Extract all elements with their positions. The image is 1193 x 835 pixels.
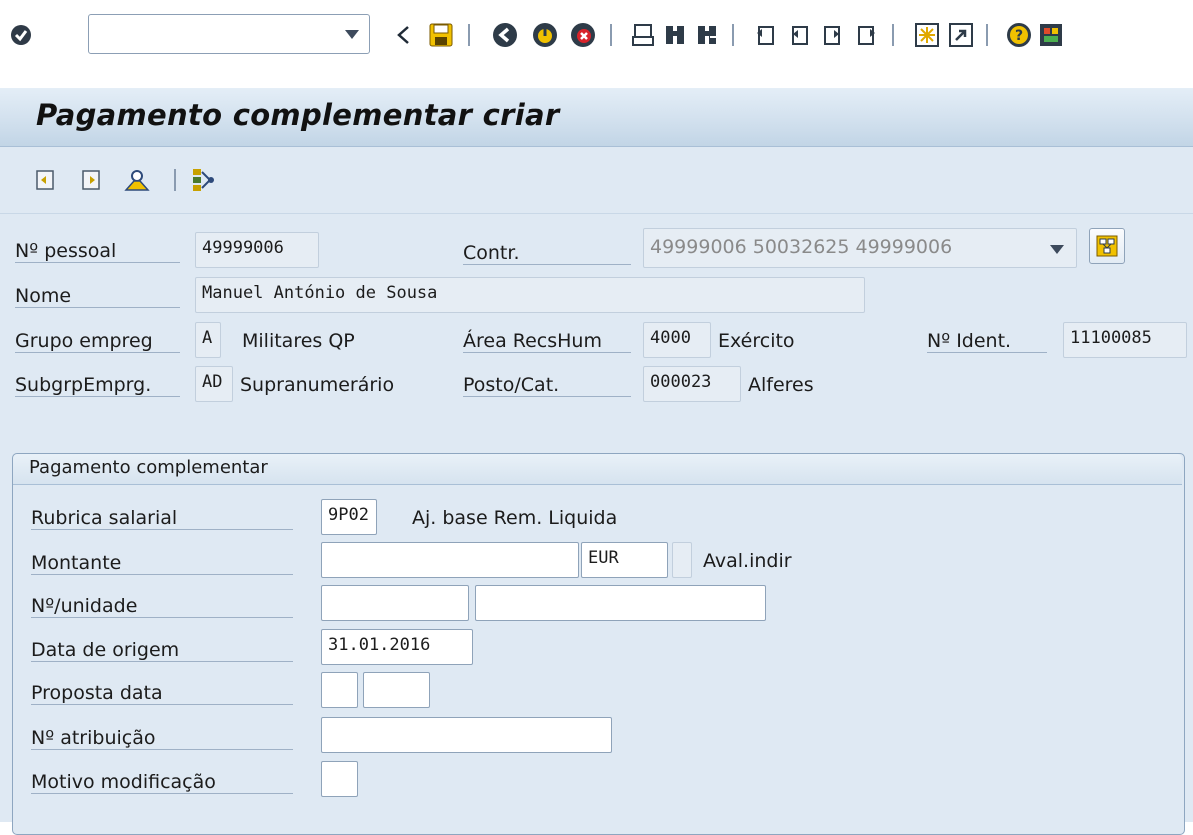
title-bar: Pagamento complementar criar	[0, 88, 1193, 147]
employee-subgroup-code: AD	[195, 366, 233, 402]
change-reason-field[interactable]	[321, 761, 358, 797]
default-date-label: Proposta data	[31, 682, 293, 705]
svg-text:?: ?	[1015, 28, 1023, 44]
post-label: Posto/Cat.	[463, 374, 631, 397]
hierarchy-icon	[1096, 235, 1118, 257]
find-next-icon[interactable]	[692, 20, 722, 50]
origin-date-label: Data de origem	[31, 639, 293, 662]
default-date-field-1[interactable]	[321, 672, 358, 708]
command-field[interactable]	[88, 14, 370, 54]
contract-overview-button[interactable]	[1089, 228, 1125, 264]
last-page-icon[interactable]	[852, 20, 882, 50]
personnel-area-text: Exército	[718, 330, 795, 352]
print-icon[interactable]	[628, 20, 658, 50]
employee-subgroup-label: SubgrpEmprg.	[15, 374, 180, 397]
cancel-icon[interactable]	[568, 20, 598, 50]
name-field: Manuel António de Sousa	[195, 277, 865, 313]
amount-field[interactable]	[321, 542, 579, 578]
personnel-area-code: 4000	[643, 322, 711, 358]
personnel-no-label: Nº pessoal	[15, 240, 180, 263]
wage-type-text: Aj. base Rem. Liquida	[412, 507, 618, 529]
exit-icon[interactable]	[530, 20, 560, 50]
save-icon[interactable]	[426, 20, 456, 50]
id-number-field: 11100085	[1063, 322, 1187, 358]
contract-value: 49999006 50032625 49999006	[650, 236, 953, 258]
currency-field[interactable]: EUR	[581, 542, 668, 578]
toolbar-separator	[610, 24, 612, 46]
number-field[interactable]	[321, 585, 469, 621]
contract-label: Contr.	[463, 242, 631, 265]
help-icon[interactable]: ?	[1004, 20, 1034, 50]
indirect-valuation-label: Aval.indir	[703, 550, 792, 572]
assignment-no-label: Nº atribuição	[31, 727, 293, 750]
shortcut-icon[interactable]	[946, 20, 976, 50]
previous-record-icon[interactable]	[30, 165, 60, 195]
employee-subgroup-text: Supranumerário	[240, 374, 395, 396]
change-reason-label: Motivo modificação	[31, 771, 293, 794]
contract-dropdown[interactable]: 49999006 50032625 49999006	[643, 228, 1077, 268]
chevron-down-icon[interactable]	[1050, 245, 1064, 254]
toolbar-separator	[174, 169, 176, 191]
post-code: 000023	[643, 366, 741, 402]
first-page-icon[interactable]	[750, 20, 780, 50]
personnel-area-label: Área RecsHum	[463, 330, 631, 353]
toolbar-separator	[468, 24, 470, 46]
group-title: Pagamento complementar	[29, 457, 268, 478]
chevron-down-icon[interactable]	[345, 30, 359, 39]
employee-group-code: A	[195, 322, 221, 358]
post-text: Alferes	[748, 374, 814, 396]
toolbar-separator	[986, 24, 988, 46]
org-structure-icon[interactable]	[188, 165, 218, 195]
origin-date-field[interactable]: 31.01.2016	[321, 629, 473, 665]
previous-page-icon[interactable]	[784, 20, 814, 50]
wage-type-label: Rubrica salarial	[31, 507, 293, 530]
personnel-no-field: 49999006	[195, 232, 319, 268]
id-number-label: Nº Ident.	[927, 330, 1047, 353]
employee-group-text: Militares QP	[242, 330, 355, 352]
create-session-icon[interactable]	[912, 20, 942, 50]
application-toolbar	[0, 147, 1193, 214]
assignment-no-field[interactable]	[321, 717, 612, 753]
default-date-field-2[interactable]	[363, 672, 430, 708]
name-label: Nome	[15, 285, 180, 308]
amount-label: Montante	[31, 552, 293, 575]
number-unit-label: Nº/unidade	[31, 595, 293, 618]
employee-group-label: Grupo empreg	[15, 330, 180, 353]
toolbar-separator	[892, 24, 894, 46]
system-toolbar: ?	[0, 0, 1193, 70]
person-overview-icon[interactable]	[122, 165, 152, 195]
group-header: Pagamento complementar	[13, 454, 1182, 485]
page-title: Pagamento complementar criar	[36, 98, 560, 132]
unit-field[interactable]	[475, 585, 766, 621]
indirect-valuation-field	[672, 542, 692, 578]
next-record-icon[interactable]	[76, 165, 106, 195]
back-icon[interactable]	[490, 20, 520, 50]
wage-type-field[interactable]: 9P02	[321, 499, 377, 535]
back-arrow-icon[interactable]	[388, 20, 418, 50]
find-icon[interactable]	[660, 20, 690, 50]
toolbar-separator	[732, 24, 734, 46]
next-page-icon[interactable]	[818, 20, 848, 50]
enter-icon[interactable]	[6, 20, 36, 50]
customize-layout-icon[interactable]	[1036, 20, 1066, 50]
